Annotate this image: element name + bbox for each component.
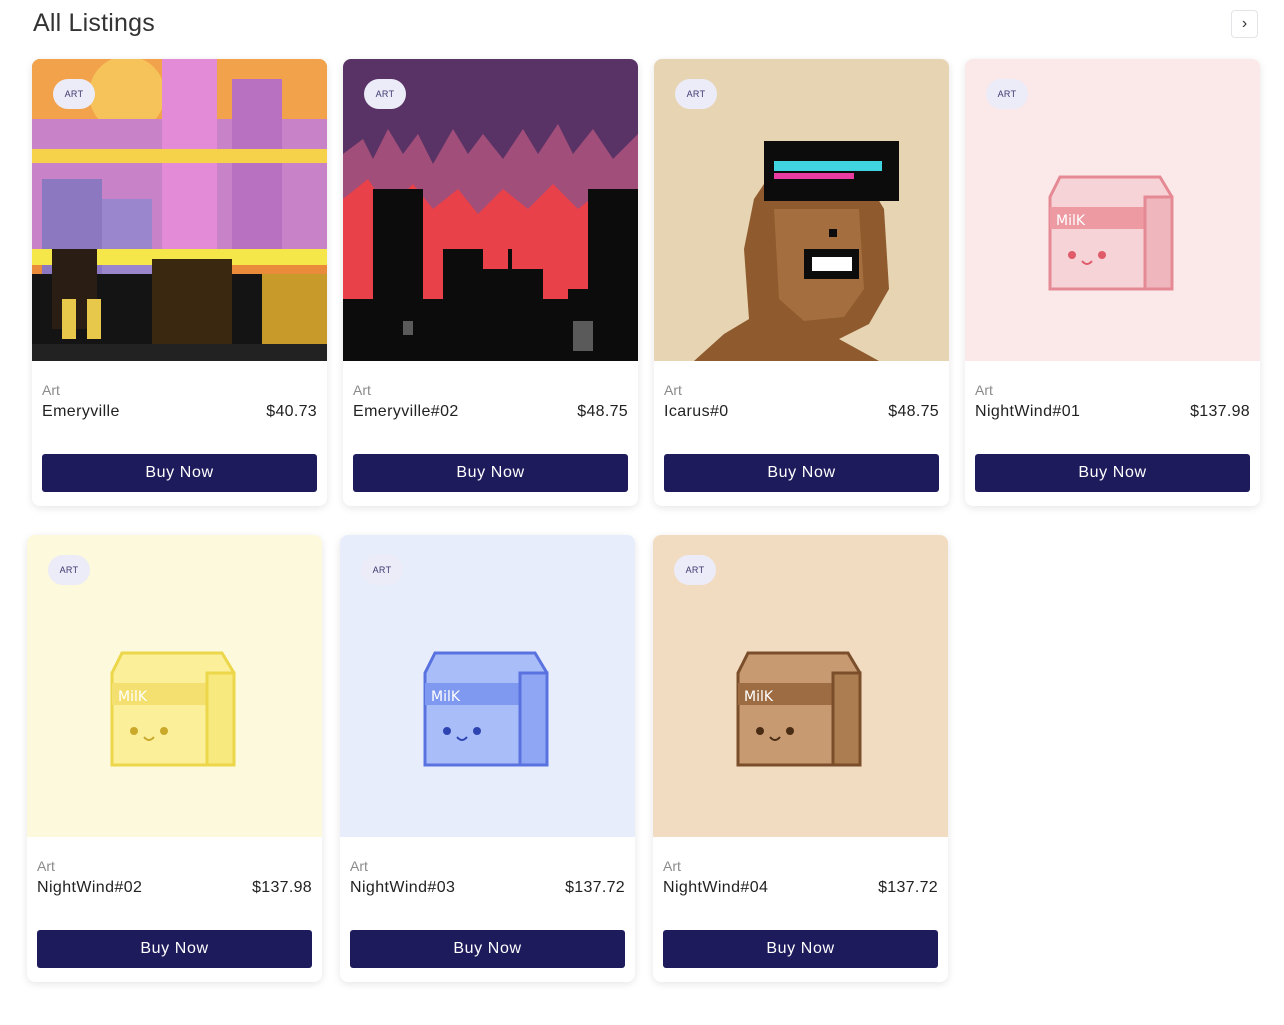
category-badge: ART	[674, 555, 716, 585]
buy-now-button[interactable]: Buy Now	[37, 930, 312, 968]
milk-text: MilK	[118, 689, 148, 705]
listing-category: Art	[42, 382, 60, 398]
milk-text: MilK	[431, 689, 461, 705]
next-page-button[interactable]: ›	[1231, 10, 1258, 38]
buy-now-button[interactable]: Buy Now	[350, 930, 625, 968]
listing-price: $137.72	[878, 879, 938, 896]
listing-category: Art	[664, 382, 682, 398]
listing-category: Art	[975, 382, 993, 398]
buy-now-button[interactable]: Buy Now	[353, 454, 628, 492]
listing-name[interactable]: NightWind#04	[663, 879, 768, 897]
category-badge: ART	[53, 79, 95, 109]
buy-now-button[interactable]: Buy Now	[663, 930, 938, 968]
milk-text: MilK	[744, 689, 774, 705]
category-badge: ART	[361, 555, 403, 585]
listing-price: $137.98	[1190, 403, 1250, 420]
listing-name[interactable]: Emeryville#02	[353, 403, 459, 421]
buy-now-button[interactable]: Buy Now	[42, 454, 317, 492]
milk-text: MilK	[1056, 213, 1086, 229]
listing-price: $137.72	[565, 879, 625, 896]
listing-name[interactable]: NightWind#02	[37, 879, 142, 897]
listing-price: $40.73	[266, 403, 317, 420]
listing-card[interactable]: MilK ART Art NightWind#02 $137.98 Buy No…	[27, 535, 322, 982]
listing-name[interactable]: Emeryville	[42, 403, 120, 421]
buy-now-button[interactable]: Buy Now	[975, 454, 1250, 492]
listing-category: Art	[353, 382, 371, 398]
listing-card[interactable]: MilK ART Art NightWind#01 $137.98 Buy No…	[965, 59, 1260, 506]
category-badge: ART	[986, 79, 1028, 109]
listing-card[interactable]: ART Art Emeryville $40.73 Buy Now	[32, 59, 327, 506]
listing-name[interactable]: NightWind#01	[975, 403, 1080, 421]
listing-category: Art	[663, 858, 681, 874]
listing-category: Art	[37, 858, 55, 874]
listing-price: $137.98	[252, 879, 312, 896]
listing-card[interactable]: ART Art Emeryville#02 $48.75 Buy Now	[343, 59, 638, 506]
listing-name[interactable]: Icarus#0	[664, 403, 729, 421]
listing-name[interactable]: NightWind#03	[350, 879, 455, 897]
listing-price: $48.75	[888, 403, 939, 420]
listing-card[interactable]: MilK ART Art NightWind#04 $137.72 Buy No…	[653, 535, 948, 982]
listing-card[interactable]: MilK ART Art NightWind#03 $137.72 Buy No…	[340, 535, 635, 982]
category-badge: ART	[48, 555, 90, 585]
listing-price: $48.75	[577, 403, 628, 420]
buy-now-button[interactable]: Buy Now	[664, 454, 939, 492]
listing-category: Art	[350, 858, 368, 874]
category-badge: ART	[364, 79, 406, 109]
page-title: All Listings	[33, 9, 155, 37]
chevron-right-icon: ›	[1241, 15, 1248, 32]
category-badge: ART	[675, 79, 717, 109]
listing-card[interactable]: ART Art Icarus#0 $48.75 Buy Now	[654, 59, 949, 506]
